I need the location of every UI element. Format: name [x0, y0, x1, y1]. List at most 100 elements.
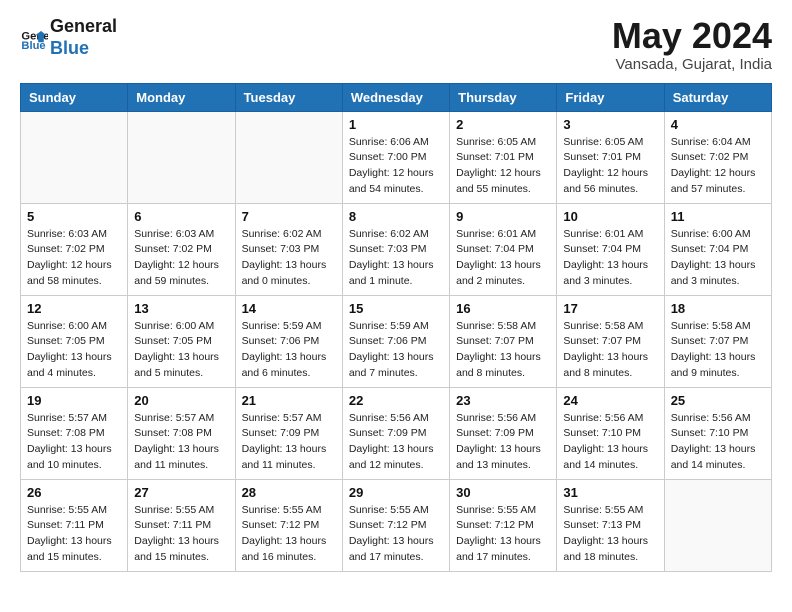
day-cell: [664, 479, 771, 571]
day-info: Sunrise: 5:56 AMSunset: 7:09 PMDaylight:…: [349, 411, 443, 474]
day-cell: 27Sunrise: 5:55 AMSunset: 7:11 PMDayligh…: [128, 479, 235, 571]
day-cell: 29 Sunrise: 5:55 AMSunset: 7:12 PMDayligh…: [342, 479, 449, 571]
day-cell: 15 Sunrise: 5:59 AMSunset: 7:06 PMDayligh…: [342, 295, 449, 387]
day-number: 16: [456, 301, 550, 316]
day-number: 6: [134, 209, 228, 224]
day-cell: 3Sunrise: 6:05 AMSunset: 7:01 PMDaylight…: [557, 111, 664, 203]
day-number: 23: [456, 393, 550, 408]
day-info: Sunrise: 6:05 AMSunset: 7:01 PMDaylight:…: [563, 135, 657, 198]
day-number: 18: [671, 301, 765, 316]
day-info: Sunrise: 6:01 AMSunset: 7:04 PMDaylight:…: [456, 227, 550, 290]
weekday-header-tuesday: Tuesday: [235, 83, 342, 111]
day-number: 9: [456, 209, 550, 224]
weekday-header-saturday: Saturday: [664, 83, 771, 111]
day-cell: 24 Sunrise: 5:56 AMSunset: 7:10 PMDayligh…: [557, 387, 664, 479]
day-cell: 22 Sunrise: 5:56 AMSunset: 7:09 PMDayligh…: [342, 387, 449, 479]
day-info: Sunrise: 5:56 AMSunset: 7:10 PMDaylight:…: [563, 411, 657, 474]
day-cell: 11 Sunrise: 6:00 AMSunset: 7:04 PMDayligh…: [664, 203, 771, 295]
day-info: Sunrise: 6:02 AMSunset: 7:03 PMDaylight:…: [242, 227, 336, 290]
day-cell: 1 Sunrise: 6:06 AMSunset: 7:00 PMDaylight…: [342, 111, 449, 203]
logo-text: General Blue: [50, 16, 117, 59]
day-number: 5: [27, 209, 121, 224]
day-info: Sunrise: 6:06 AMSunset: 7:00 PMDaylight:…: [349, 135, 443, 198]
day-info: Sunrise: 5:55 AMSunset: 7:12 PMDaylight:…: [349, 503, 443, 566]
day-cell: 16 Sunrise: 5:58 AMSunset: 7:07 PMDayligh…: [450, 295, 557, 387]
day-cell: 10 Sunrise: 6:01 AMSunset: 7:04 PMDayligh…: [557, 203, 664, 295]
title-block: May 2024 Vansada, Gujarat, India: [612, 16, 772, 73]
day-number: 2: [456, 117, 550, 132]
day-cell: 31Sunrise: 5:55 AMSunset: 7:13 PMDayligh…: [557, 479, 664, 571]
weekday-header-friday: Friday: [557, 83, 664, 111]
day-number: 28: [242, 485, 336, 500]
week-row-2: 5 Sunrise: 6:03 AMSunset: 7:02 PMDaylight…: [21, 203, 772, 295]
day-info: Sunrise: 5:58 AMSunset: 7:07 PMDaylight:…: [671, 319, 765, 382]
weekday-header-wednesday: Wednesday: [342, 83, 449, 111]
day-cell: 26 Sunrise: 5:55 AMSunset: 7:11 PMDayligh…: [21, 479, 128, 571]
weekday-header-monday: Monday: [128, 83, 235, 111]
day-cell: 17Sunrise: 5:58 AMSunset: 7:07 PMDayligh…: [557, 295, 664, 387]
day-info: Sunrise: 6:05 AMSunset: 7:01 PMDaylight:…: [456, 135, 550, 198]
day-number: 14: [242, 301, 336, 316]
day-number: 11: [671, 209, 765, 224]
weekday-header-thursday: Thursday: [450, 83, 557, 111]
day-number: 4: [671, 117, 765, 132]
day-cell: 8Sunrise: 6:02 AMSunset: 7:03 PMDaylight…: [342, 203, 449, 295]
location: Vansada, Gujarat, India: [612, 56, 772, 73]
day-info: Sunrise: 6:04 AMSunset: 7:02 PMDaylight:…: [671, 135, 765, 198]
day-number: 26: [27, 485, 121, 500]
day-cell: 7 Sunrise: 6:02 AMSunset: 7:03 PMDaylight…: [235, 203, 342, 295]
day-cell: 23 Sunrise: 5:56 AMSunset: 7:09 PMDayligh…: [450, 387, 557, 479]
week-row-3: 12 Sunrise: 6:00 AMSunset: 7:05 PMDayligh…: [21, 295, 772, 387]
day-info: Sunrise: 6:01 AMSunset: 7:04 PMDaylight:…: [563, 227, 657, 290]
day-number: 1: [349, 117, 443, 132]
week-row-5: 26 Sunrise: 5:55 AMSunset: 7:11 PMDayligh…: [21, 479, 772, 571]
day-info: Sunrise: 5:56 AMSunset: 7:09 PMDaylight:…: [456, 411, 550, 474]
day-info: Sunrise: 5:58 AMSunset: 7:07 PMDaylight:…: [563, 319, 657, 382]
day-number: 15: [349, 301, 443, 316]
day-cell: 19 Sunrise: 5:57 AMSunset: 7:08 PMDayligh…: [21, 387, 128, 479]
day-cell: 9 Sunrise: 6:01 AMSunset: 7:04 PMDaylight…: [450, 203, 557, 295]
day-info: Sunrise: 5:55 AMSunset: 7:11 PMDaylight:…: [27, 503, 121, 566]
day-info: Sunrise: 6:02 AMSunset: 7:03 PMDaylight:…: [349, 227, 443, 290]
weekday-header-sunday: Sunday: [21, 83, 128, 111]
day-number: 22: [349, 393, 443, 408]
day-number: 21: [242, 393, 336, 408]
day-cell: 13 Sunrise: 6:00 AMSunset: 7:05 PMDayligh…: [128, 295, 235, 387]
logo: General Blue General Blue: [20, 16, 117, 59]
day-cell: 30Sunrise: 5:55 AMSunset: 7:12 PMDayligh…: [450, 479, 557, 571]
calendar-table: SundayMondayTuesdayWednesdayThursdayFrid…: [20, 83, 772, 572]
day-info: Sunrise: 5:57 AMSunset: 7:08 PMDaylight:…: [27, 411, 121, 474]
day-cell: 21 Sunrise: 5:57 AMSunset: 7:09 PMDayligh…: [235, 387, 342, 479]
day-cell: 4 Sunrise: 6:04 AMSunset: 7:02 PMDaylight…: [664, 111, 771, 203]
day-info: Sunrise: 5:55 AMSunset: 7:11 PMDaylight:…: [134, 503, 228, 566]
day-info: Sunrise: 5:55 AMSunset: 7:12 PMDaylight:…: [456, 503, 550, 566]
weekday-header-row: SundayMondayTuesdayWednesdayThursdayFrid…: [21, 83, 772, 111]
day-info: Sunrise: 5:59 AMSunset: 7:06 PMDaylight:…: [349, 319, 443, 382]
day-cell: 20Sunrise: 5:57 AMSunset: 7:08 PMDayligh…: [128, 387, 235, 479]
day-number: 24: [563, 393, 657, 408]
day-cell: 18 Sunrise: 5:58 AMSunset: 7:07 PMDayligh…: [664, 295, 771, 387]
week-row-1: 1 Sunrise: 6:06 AMSunset: 7:00 PMDaylight…: [21, 111, 772, 203]
page: General Blue General Blue May 2024 Vansa…: [0, 0, 792, 592]
day-number: 19: [27, 393, 121, 408]
day-info: Sunrise: 5:57 AMSunset: 7:09 PMDaylight:…: [242, 411, 336, 474]
day-number: 7: [242, 209, 336, 224]
day-info: Sunrise: 6:00 AMSunset: 7:05 PMDaylight:…: [27, 319, 121, 382]
day-info: Sunrise: 6:03 AMSunset: 7:02 PMDaylight:…: [134, 227, 228, 290]
day-cell: 28 Sunrise: 5:55 AMSunset: 7:12 PMDayligh…: [235, 479, 342, 571]
day-cell: 14Sunrise: 5:59 AMSunset: 7:06 PMDayligh…: [235, 295, 342, 387]
day-number: 10: [563, 209, 657, 224]
day-info: Sunrise: 5:58 AMSunset: 7:07 PMDaylight:…: [456, 319, 550, 382]
logo-icon: General Blue: [20, 24, 48, 52]
day-info: Sunrise: 5:55 AMSunset: 7:12 PMDaylight:…: [242, 503, 336, 566]
month-title: May 2024: [612, 16, 772, 56]
day-cell: 2 Sunrise: 6:05 AMSunset: 7:01 PMDaylight…: [450, 111, 557, 203]
day-number: 12: [27, 301, 121, 316]
header: General Blue General Blue May 2024 Vansa…: [20, 16, 772, 73]
week-row-4: 19 Sunrise: 5:57 AMSunset: 7:08 PMDayligh…: [21, 387, 772, 479]
day-cell: [235, 111, 342, 203]
day-info: Sunrise: 6:00 AMSunset: 7:04 PMDaylight:…: [671, 227, 765, 290]
day-number: 29: [349, 485, 443, 500]
day-info: Sunrise: 6:00 AMSunset: 7:05 PMDaylight:…: [134, 319, 228, 382]
day-number: 13: [134, 301, 228, 316]
